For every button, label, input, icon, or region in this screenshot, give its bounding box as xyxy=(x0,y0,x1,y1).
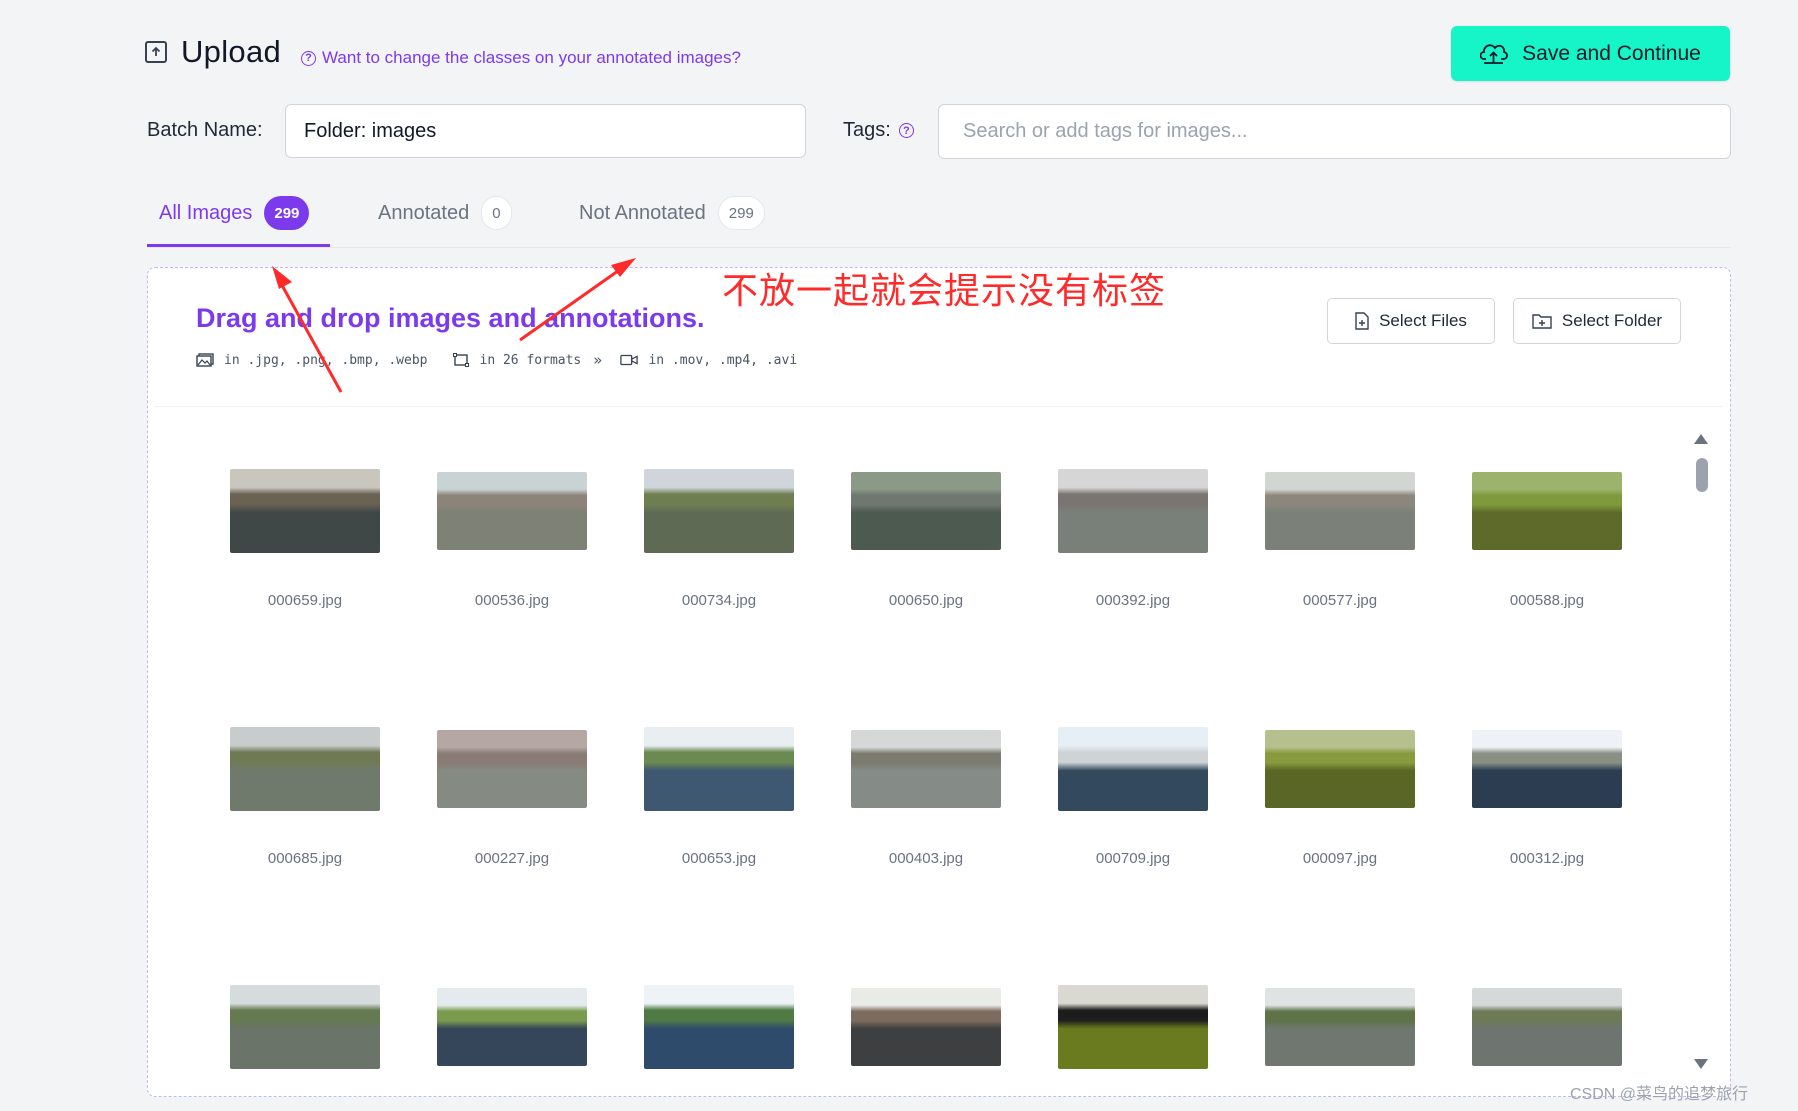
watermark: CSDN @菜鸟的追梦旅行 xyxy=(1570,1086,1749,1103)
red-arrow-right xyxy=(519,264,626,342)
red-arrowhead-left xyxy=(272,266,292,289)
annotation-note: 不放一起就会提示没有标签 xyxy=(722,271,1167,312)
red-arrow-left xyxy=(276,277,343,393)
annotation-arrows xyxy=(272,258,636,393)
